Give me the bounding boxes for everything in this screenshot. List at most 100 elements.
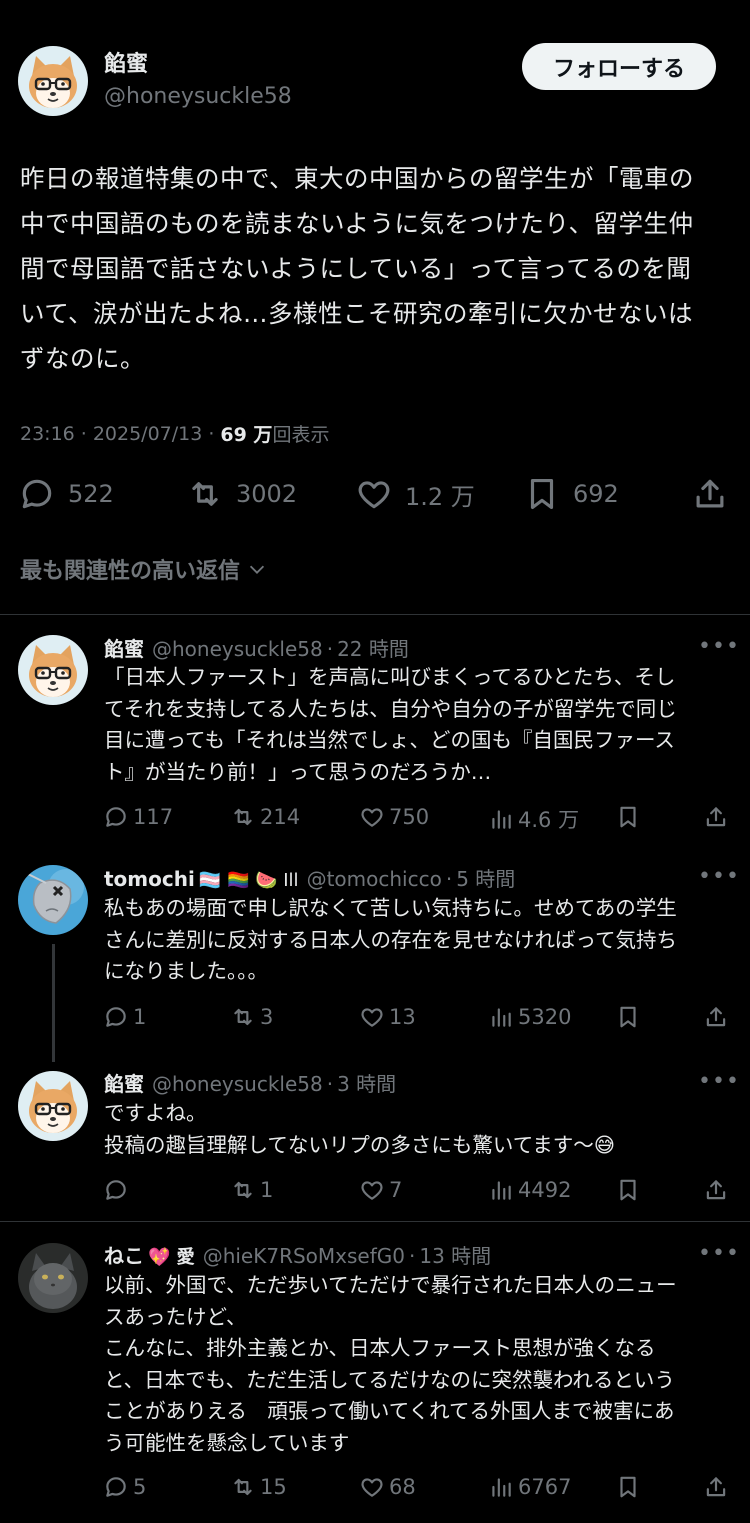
avatar[interactable] — [18, 635, 88, 705]
more-options-icon[interactable]: ••• — [698, 1069, 740, 1094]
dot-separator: · — [445, 867, 453, 891]
views-button[interactable]: 5320 — [488, 1004, 571, 1030]
views-button[interactable]: 4492 — [488, 1177, 571, 1203]
reply-author-name[interactable]: 餡蜜 — [104, 1068, 144, 1097]
bookmark-icon — [615, 1474, 641, 1500]
more-options-icon[interactable]: ••• — [698, 1241, 740, 1266]
repost-icon — [230, 804, 256, 830]
reply-author-handle[interactable]: @tomochicco — [307, 867, 442, 891]
reply-button[interactable]: 5 — [103, 1474, 146, 1500]
tweet-text: 昨日の報道特集の中で、東大の中国からの留学生が「電車の 中で中国語のものを読まな… — [20, 164, 695, 373]
repost-count: 3 — [260, 1005, 274, 1029]
reply-count: 1 — [133, 1005, 147, 1029]
bookmark-count: 692 — [573, 480, 619, 508]
share-button[interactable] — [703, 804, 729, 830]
reply-time[interactable]: 3 時間 — [337, 1068, 396, 1097]
reply-time[interactable]: 22 時間 — [337, 633, 409, 662]
repost-icon — [186, 475, 224, 513]
reply-button[interactable] — [103, 1177, 133, 1203]
dot-separator: · — [326, 637, 334, 661]
tweet-time[interactable]: 23:16 — [20, 423, 75, 445]
more-options-icon[interactable]: ••• — [698, 864, 740, 889]
divider — [0, 1221, 750, 1222]
dot-separator: · — [408, 1244, 416, 1268]
reply-actions: 1 7 4492 — [0, 1177, 750, 1207]
reply-button[interactable]: 522 — [18, 475, 114, 513]
share-button[interactable] — [691, 475, 729, 513]
share-icon — [703, 1177, 729, 1203]
like-button[interactable]: 7 — [359, 1177, 402, 1203]
more-options-icon[interactable]: ••• — [698, 634, 740, 659]
reply-count: 522 — [68, 480, 114, 508]
reply-button[interactable]: 1 — [103, 1004, 146, 1030]
like-button[interactable]: 750 — [359, 804, 429, 830]
views-button[interactable]: 4.6 万 — [488, 804, 579, 834]
bookmark-icon — [615, 1004, 641, 1030]
tweet-date[interactable]: 2025/07/13 — [93, 423, 203, 445]
author-avatar[interactable] — [18, 46, 88, 116]
repost-count: 214 — [260, 805, 301, 829]
reply-button[interactable]: 117 — [103, 804, 173, 830]
views-icon — [488, 1004, 514, 1030]
reply-author-handle[interactable]: @honeysuckle58 — [152, 637, 323, 661]
repost-count: 1 — [260, 1178, 274, 1202]
bookmark-button[interactable] — [615, 1004, 641, 1030]
share-button[interactable] — [703, 1004, 729, 1030]
heart-icon — [355, 475, 393, 513]
heart-icon — [359, 1474, 385, 1500]
reply-author-name[interactable]: 餡蜜 — [104, 633, 144, 662]
bookmark-icon — [523, 475, 561, 513]
repost-icon — [230, 1177, 256, 1203]
views-icon — [488, 806, 514, 832]
repost-icon — [230, 1474, 256, 1500]
reply-author-handle[interactable]: @hieK7RSoMxsefG0 — [203, 1244, 405, 1268]
follow-button[interactable]: フォローする — [522, 43, 716, 90]
reply-actions: 5 15 68 6767 — [0, 1474, 750, 1504]
like-count: 68 — [389, 1475, 416, 1499]
reply-icon — [103, 1474, 129, 1500]
avatar[interactable] — [18, 865, 88, 935]
repost-button[interactable]: 1 — [230, 1177, 273, 1203]
reply-time[interactable]: 5 時間 — [456, 863, 515, 892]
reply-author-handle[interactable]: @honeysuckle58 — [152, 1072, 323, 1096]
author-handle[interactable]: @honeysuckle58 — [104, 82, 292, 112]
bookmark-button[interactable] — [615, 1177, 641, 1203]
view-count: 69 万 — [220, 424, 273, 446]
share-button[interactable] — [703, 1177, 729, 1203]
views-button[interactable]: 6767 — [488, 1474, 571, 1500]
bookmark-button[interactable] — [615, 1474, 641, 1500]
name-emoji: 🏳️‍⚧️ 🏳️‍🌈 🍉 Ill — [198, 870, 299, 891]
author-name[interactable]: 餡蜜 — [104, 50, 292, 80]
meta-separator: · — [80, 422, 87, 445]
share-button[interactable] — [703, 1474, 729, 1500]
bookmark-button[interactable]: 692 — [523, 475, 619, 513]
like-button[interactable]: 1.2 万 — [355, 475, 475, 513]
reply-header: ねこ 💖 愛 @hieK7RSoMxsefG0 · 13 時間 — [104, 1240, 491, 1269]
reply-sort-dropdown[interactable]: 最も関連性の高い返信 — [20, 553, 268, 585]
reply-author-name[interactable]: tomochi — [104, 867, 195, 891]
repost-button[interactable]: 214 — [230, 804, 300, 830]
heart-icon — [359, 1004, 385, 1030]
avatar[interactable] — [18, 1071, 88, 1141]
like-count: 1.2 万 — [405, 482, 475, 511]
reply-time[interactable]: 13 時間 — [419, 1240, 491, 1269]
bookmark-button[interactable] — [615, 804, 641, 830]
tweet-actions: 522 3002 1.2 万 692 — [0, 475, 750, 519]
tweet-meta: 23:16 · 2025/07/13 · 69 万回表示 — [20, 420, 329, 447]
repost-button[interactable]: 15 — [230, 1474, 287, 1500]
reply-author-name[interactable]: ねこ — [104, 1240, 144, 1269]
repost-button[interactable]: 3002 — [186, 475, 297, 513]
divider — [0, 614, 750, 615]
reply-header: tomochi 🏳️‍⚧️ 🏳️‍🌈 🍉 Ill @tomochicco · 5… — [104, 863, 515, 892]
like-button[interactable]: 13 — [359, 1004, 416, 1030]
share-icon — [703, 804, 729, 830]
reply-header: 餡蜜 @honeysuckle58 · 22 時間 — [104, 633, 409, 662]
reply-icon — [103, 804, 129, 830]
like-button[interactable]: 68 — [359, 1474, 416, 1500]
repost-button[interactable]: 3 — [230, 1004, 273, 1030]
bookmark-icon — [615, 804, 641, 830]
heart-icon — [359, 804, 385, 830]
thread-connector — [52, 944, 55, 1062]
avatar[interactable] — [18, 1243, 88, 1313]
reply-count: 117 — [133, 805, 174, 829]
